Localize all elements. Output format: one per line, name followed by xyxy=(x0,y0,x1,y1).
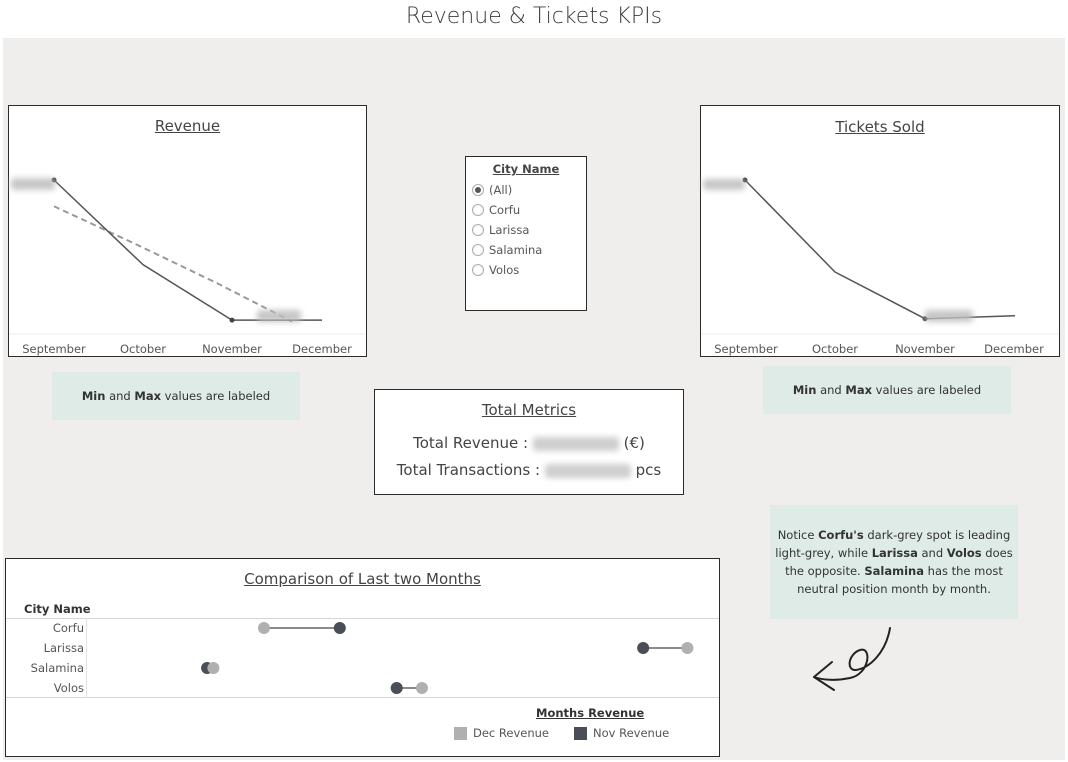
city-option-label: Larissa xyxy=(489,223,530,237)
total-revenue-unit: (€) xyxy=(623,434,645,452)
comparison-title: Comparison of Last two Months xyxy=(244,570,481,588)
comparison-row-header: City Name xyxy=(24,602,91,616)
comparison-city-label: Larissa xyxy=(43,641,84,655)
total-transactions-label: Total Transactions : xyxy=(396,461,541,479)
city-filter-panel: City Name (All) Corfu Larissa Salamina V… xyxy=(465,156,587,311)
legend-swatch xyxy=(574,727,587,740)
dec-revenue-dot[interactable] xyxy=(207,662,220,674)
revenue-line xyxy=(53,179,322,321)
tickets-min-value-label xyxy=(925,310,973,322)
radio-icon xyxy=(472,204,484,216)
note-bold-text: Salamina xyxy=(864,564,924,578)
revenue-note: Min and Max values are labeled xyxy=(52,372,300,420)
city-option-label: (All) xyxy=(489,183,513,197)
dashboard-canvas: Revenue September October November Decem… xyxy=(3,38,1065,760)
legend-label: Nov Revenue xyxy=(593,726,670,740)
tickets-chart-svg xyxy=(701,177,1059,335)
comparison-city-label: Corfu xyxy=(52,621,84,635)
dashboard-title: Revenue & Tickets KPIs xyxy=(405,4,663,29)
total-transactions-value xyxy=(544,463,631,478)
tickets-month-label: December xyxy=(984,342,1044,356)
total-metrics-title: Total Metrics xyxy=(481,401,577,419)
total-transactions-unit: pcs xyxy=(635,461,662,479)
comparison-panel[interactable]: Comparison of Last two Months City Name … xyxy=(5,558,720,757)
tickets-month-label: September xyxy=(714,342,778,356)
note-bold-text: Volos xyxy=(946,546,982,560)
tickets-chart-panel[interactable]: Tickets Sold September October November … xyxy=(700,105,1060,357)
note-text: and xyxy=(917,546,947,560)
city-option-salamina[interactable]: Salamina xyxy=(472,241,542,259)
revenue-month-label: December xyxy=(292,342,352,356)
tickets-month-label: November xyxy=(895,342,955,356)
tickets-month-label: October xyxy=(811,342,859,356)
revenue-month-label: September xyxy=(22,342,86,356)
note-text: values are labeled xyxy=(161,389,271,403)
revenue-chart-svg xyxy=(9,177,366,335)
radio-icon xyxy=(472,264,484,276)
note-text: and xyxy=(816,383,846,397)
total-revenue-line: Total Revenue : (€) xyxy=(375,434,683,452)
nov-revenue-dot[interactable] xyxy=(637,642,650,654)
note-text: values are labeled xyxy=(872,383,982,397)
comparison-city-label: Volos xyxy=(53,681,84,695)
city-option-corfu[interactable]: Corfu xyxy=(472,201,520,219)
revenue-data-point[interactable] xyxy=(229,317,235,323)
insight-note: Notice Corfu's dark-grey spot is leading… xyxy=(770,505,1018,619)
city-option-label: Volos xyxy=(489,263,520,277)
legend-item-dec[interactable]: Dec Revenue xyxy=(454,726,549,740)
note-bold-text: Max xyxy=(134,389,161,403)
city-option-volos[interactable]: Volos xyxy=(472,261,519,279)
note-bold-text: Corfu's xyxy=(818,528,864,542)
revenue-trend-line xyxy=(53,205,293,323)
total-revenue-label: Total Revenue : xyxy=(413,434,529,452)
revenue-month-label: November xyxy=(202,342,262,356)
legend-title: Months Revenue xyxy=(536,706,645,720)
nov-revenue-dot[interactable] xyxy=(390,682,403,694)
tickets-note: Min and Max values are labeled xyxy=(763,366,1011,414)
note-bold-text: Larissa xyxy=(871,546,918,560)
revenue-max-value-label xyxy=(11,178,55,190)
total-metrics-panel: Total Metrics Total Revenue : (€) Total … xyxy=(374,389,684,495)
tickets-max-value-label xyxy=(703,179,745,190)
city-filter-title: City Name xyxy=(492,162,560,176)
city-option-larissa[interactable]: Larissa xyxy=(472,221,529,239)
dec-revenue-dot[interactable] xyxy=(415,682,428,694)
city-option-label: Salamina xyxy=(489,243,543,257)
radio-icon xyxy=(472,244,484,256)
tickets-line xyxy=(744,179,1016,320)
dec-revenue-dot[interactable] xyxy=(681,642,694,654)
note-bold-text: Max xyxy=(845,383,872,397)
comparison-city-label: Salamina xyxy=(30,661,84,675)
note-bold-text: Min xyxy=(81,389,106,403)
legend-swatch xyxy=(454,727,467,740)
revenue-month-label: October xyxy=(119,342,167,356)
nov-revenue-dot[interactable] xyxy=(333,622,346,634)
total-transactions-line: Total Transactions : pcs xyxy=(375,461,683,479)
legend-item-nov[interactable]: Nov Revenue xyxy=(574,726,669,740)
hand-drawn-arrow-icon xyxy=(813,627,891,691)
legend-label: Dec Revenue xyxy=(473,726,549,740)
radio-selected-icon xyxy=(472,184,484,196)
dec-revenue-dot[interactable] xyxy=(257,622,270,634)
total-revenue-value xyxy=(532,436,619,451)
radio-icon xyxy=(472,224,484,236)
city-option-label: Corfu xyxy=(489,203,521,217)
note-bold-text: Min xyxy=(792,383,817,397)
comparison-dumbbell-svg xyxy=(201,622,694,694)
revenue-chart-panel[interactable]: Revenue September October November Decem… xyxy=(8,105,367,357)
revenue-min-value-label xyxy=(257,310,301,322)
note-text: and xyxy=(105,389,135,403)
city-option-all[interactable]: (All) xyxy=(472,181,512,199)
note-text: Notice xyxy=(777,528,819,542)
